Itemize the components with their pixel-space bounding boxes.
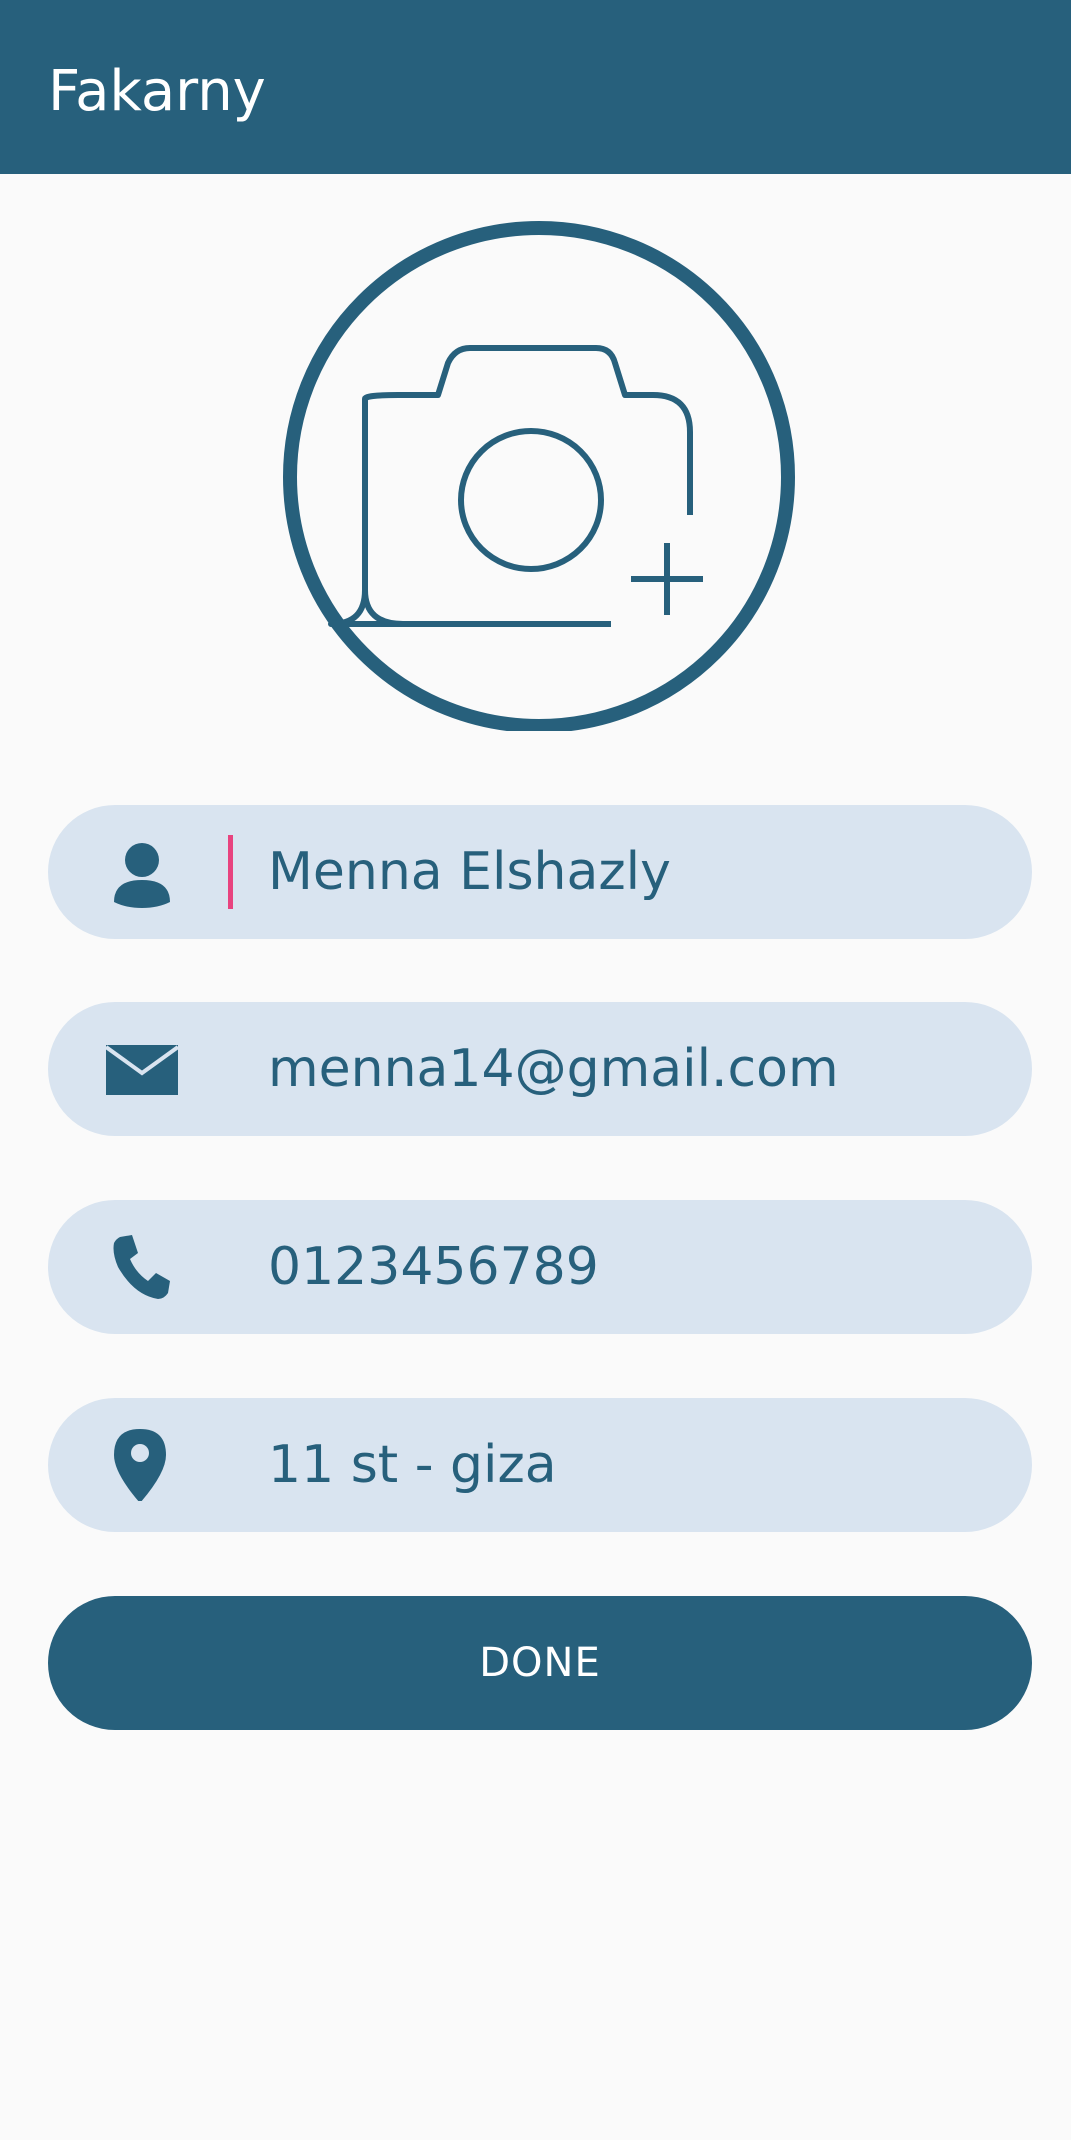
app-bar: Fakarny: [0, 0, 1071, 174]
person-icon: [106, 836, 178, 908]
add-photo-camera-icon: [283, 221, 795, 731]
text-cursor: [228, 835, 233, 909]
mail-icon: [106, 1033, 178, 1105]
done-button[interactable]: DONE: [48, 1596, 1032, 1730]
add-photo-button[interactable]: [283, 219, 795, 731]
done-button-label: DONE: [479, 1640, 601, 1686]
name-field[interactable]: Menna Elshazly: [48, 805, 1032, 939]
address-input[interactable]: 11 st - giza: [268, 1398, 557, 1532]
email-field[interactable]: menna14@gmail.com: [48, 1002, 1032, 1136]
location-pin-icon: [106, 1429, 178, 1501]
app-title: Fakarny: [48, 59, 266, 124]
email-input[interactable]: menna14@gmail.com: [268, 1002, 839, 1136]
phone-icon: [106, 1231, 178, 1303]
phone-field[interactable]: 0123456789: [48, 1200, 1032, 1334]
name-input[interactable]: Menna Elshazly: [268, 805, 671, 939]
phone-input[interactable]: 0123456789: [268, 1200, 599, 1334]
address-field[interactable]: 11 st - giza: [48, 1398, 1032, 1532]
